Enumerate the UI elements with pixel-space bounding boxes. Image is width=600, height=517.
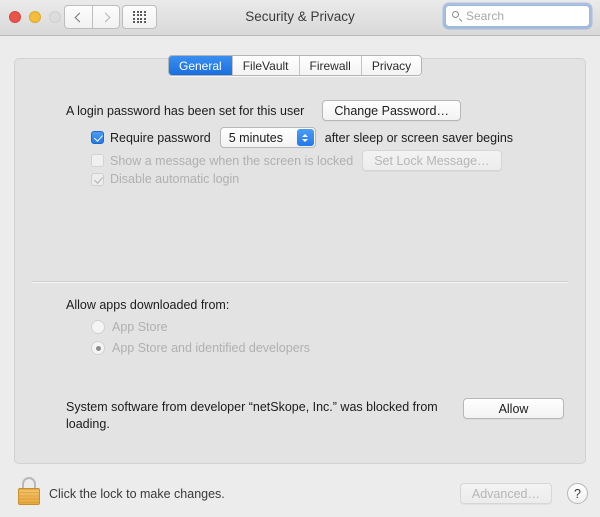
require-password-delay-popup[interactable]: 5 minutes — [219, 127, 316, 148]
section-divider — [32, 281, 568, 283]
radio-identified-developers — [91, 341, 105, 355]
require-password-label: Require password — [110, 130, 211, 145]
lock-message-row: Show a message when the screen is locked… — [91, 150, 502, 171]
search-placeholder: Search — [466, 9, 505, 23]
security-privacy-window: Security & Privacy Search General FileVa… — [0, 0, 600, 517]
tab-firewall[interactable]: Firewall — [299, 56, 362, 75]
allow-apps-option-app-store: App Store — [91, 320, 168, 334]
lock-instruction-text: Click the lock to make changes. — [49, 487, 225, 501]
radio-identified-developers-label: App Store and identified developers — [112, 341, 311, 355]
tab-filevault[interactable]: FileVault — [232, 56, 300, 75]
lock-message-checkbox — [91, 154, 104, 167]
title-bar: Security & Privacy Search — [0, 0, 600, 36]
chevron-updown-icon — [296, 129, 314, 146]
lock-body — [18, 488, 40, 505]
require-password-checkbox[interactable] — [91, 131, 104, 144]
change-password-button[interactable]: Change Password… — [322, 100, 461, 121]
set-lock-message-button: Set Lock Message… — [362, 150, 502, 171]
login-password-row: A login password has been set for this u… — [66, 100, 461, 121]
lock-message-label: Show a message when the screen is locked — [110, 153, 354, 168]
radio-app-store — [91, 320, 105, 334]
login-password-text: A login password has been set for this u… — [66, 103, 305, 118]
help-button[interactable]: ? — [567, 483, 588, 504]
disable-auto-login-label: Disable automatic login — [110, 172, 240, 186]
require-password-delay-value: 5 minutes — [228, 130, 283, 145]
search-icon — [452, 10, 463, 22]
tab-general[interactable]: General — [169, 56, 233, 75]
require-password-suffix: after sleep or screen saver begins — [324, 130, 514, 145]
tab-privacy[interactable]: Privacy — [361, 56, 422, 75]
allow-button[interactable]: Allow — [463, 398, 564, 419]
require-password-row: Require password 5 minutes after sleep o… — [91, 127, 513, 148]
allow-apps-option-identified-developers: App Store and identified developers — [91, 341, 310, 355]
blocked-software-text: System software from developer “netSkope… — [66, 400, 438, 431]
tab-bar: General FileVault Firewall Privacy — [168, 55, 423, 76]
allow-apps-heading: Allow apps downloaded from: — [66, 298, 230, 312]
advanced-button: Advanced… — [459, 483, 552, 504]
radio-app-store-label: App Store — [112, 320, 168, 334]
disable-auto-login-checkbox — [91, 172, 104, 186]
disable-auto-login-row: Disable automatic login — [91, 172, 239, 186]
search-field[interactable]: Search — [445, 5, 590, 27]
lock-icon[interactable] — [17, 477, 41, 505]
